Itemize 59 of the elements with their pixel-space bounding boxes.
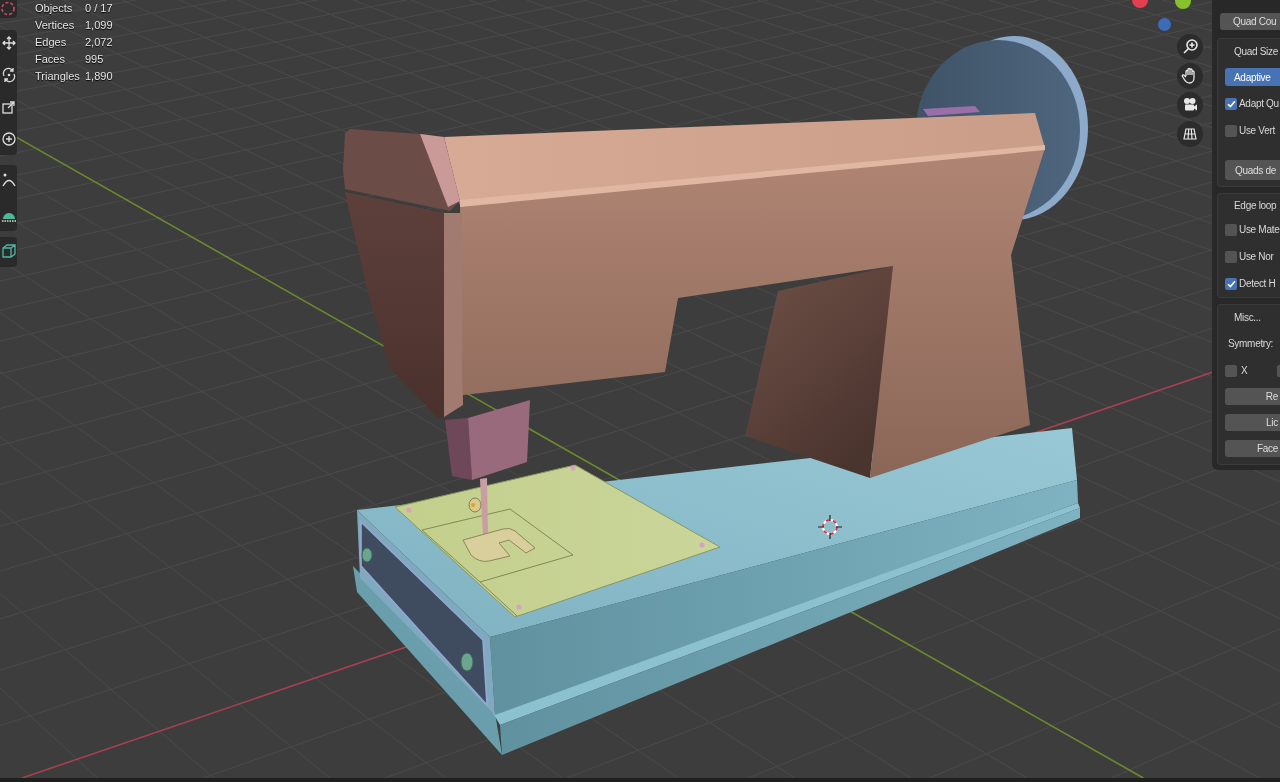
- base-screw: [460, 652, 474, 672]
- stat-value: 2,072: [85, 35, 113, 50]
- stat-label: Triangles: [35, 69, 81, 84]
- cube-icon[interactable]: [0, 243, 17, 259]
- checkbox[interactable]: [1225, 97, 1237, 110]
- hand-icon[interactable]: [1177, 63, 1203, 89]
- checkbox-label: Use Mate: [1239, 223, 1280, 237]
- axis-x-handle-icon[interactable]: [1132, 0, 1148, 8]
- 3d-cursor-icon[interactable]: [818, 515, 842, 539]
- stat-label: Edges: [35, 35, 68, 50]
- needle: [480, 478, 488, 536]
- checkbox[interactable]: [1225, 223, 1237, 236]
- checkbox[interactable]: [1277, 364, 1280, 377]
- checkbox[interactable]: [1225, 250, 1237, 263]
- panel-button[interactable]: Face: [1225, 440, 1280, 457]
- plate-screw: [570, 465, 576, 471]
- thumb-screw: [468, 497, 482, 513]
- stat-label: Vertices: [35, 18, 76, 33]
- checkbox[interactable]: [1225, 277, 1237, 290]
- checkbox[interactable]: [1225, 124, 1237, 137]
- panel-button[interactable]: Quads de: [1225, 160, 1280, 180]
- move-icon[interactable]: [0, 35, 17, 51]
- checkbox-label: X: [1241, 364, 1248, 378]
- stat-value: 1,890: [85, 69, 113, 84]
- transform-icon[interactable]: [0, 131, 17, 147]
- scale-icon[interactable]: [0, 99, 17, 115]
- panel-button[interactable]: Re: [1225, 388, 1280, 405]
- checkbox[interactable]: [1225, 364, 1237, 377]
- axis-y-handle-icon[interactable]: [1175, 0, 1191, 9]
- checkbox-label: Detect H: [1239, 277, 1276, 291]
- plate-screw: [699, 542, 705, 548]
- checkmark-icon: [1226, 279, 1236, 288]
- toggle-button[interactable]: Adaptive: [1225, 68, 1280, 86]
- checkbox-label: Adapt Qu: [1239, 97, 1279, 111]
- stat-label: Faces: [35, 52, 66, 67]
- section-title: Misc...: [1234, 310, 1261, 325]
- section-title: Quad Size: [1234, 44, 1278, 59]
- zoom-icon[interactable]: [1177, 34, 1203, 60]
- stat-label: Objects: [35, 1, 74, 16]
- panel-button[interactable]: Quad Cou: [1220, 13, 1280, 30]
- circle-select-icon[interactable]: [0, 0, 17, 18]
- grid-icon[interactable]: [1177, 121, 1203, 147]
- base-screw: [361, 547, 373, 563]
- panel-button[interactable]: Lic: [1225, 414, 1280, 431]
- rotate-icon[interactable]: [0, 67, 17, 83]
- camera-icon[interactable]: [1177, 92, 1203, 118]
- checkmark-icon: [1226, 99, 1236, 108]
- stat-value: 0 / 17: [85, 1, 113, 16]
- stat-value: 995: [85, 52, 105, 67]
- field-label: Symmetry:: [1228, 337, 1274, 351]
- axis-z-handle-icon[interactable]: [1158, 18, 1171, 31]
- plate-screw: [406, 507, 412, 513]
- checkbox-label: Use Vert: [1239, 124, 1275, 138]
- plate-screw: [516, 604, 522, 610]
- section-title: Edge loop: [1234, 198, 1277, 213]
- checkbox-label: Use Nor: [1239, 250, 1274, 264]
- knob: [923, 106, 980, 116]
- curve-icon[interactable]: [0, 172, 17, 188]
- stat-value: 1,099: [85, 18, 113, 33]
